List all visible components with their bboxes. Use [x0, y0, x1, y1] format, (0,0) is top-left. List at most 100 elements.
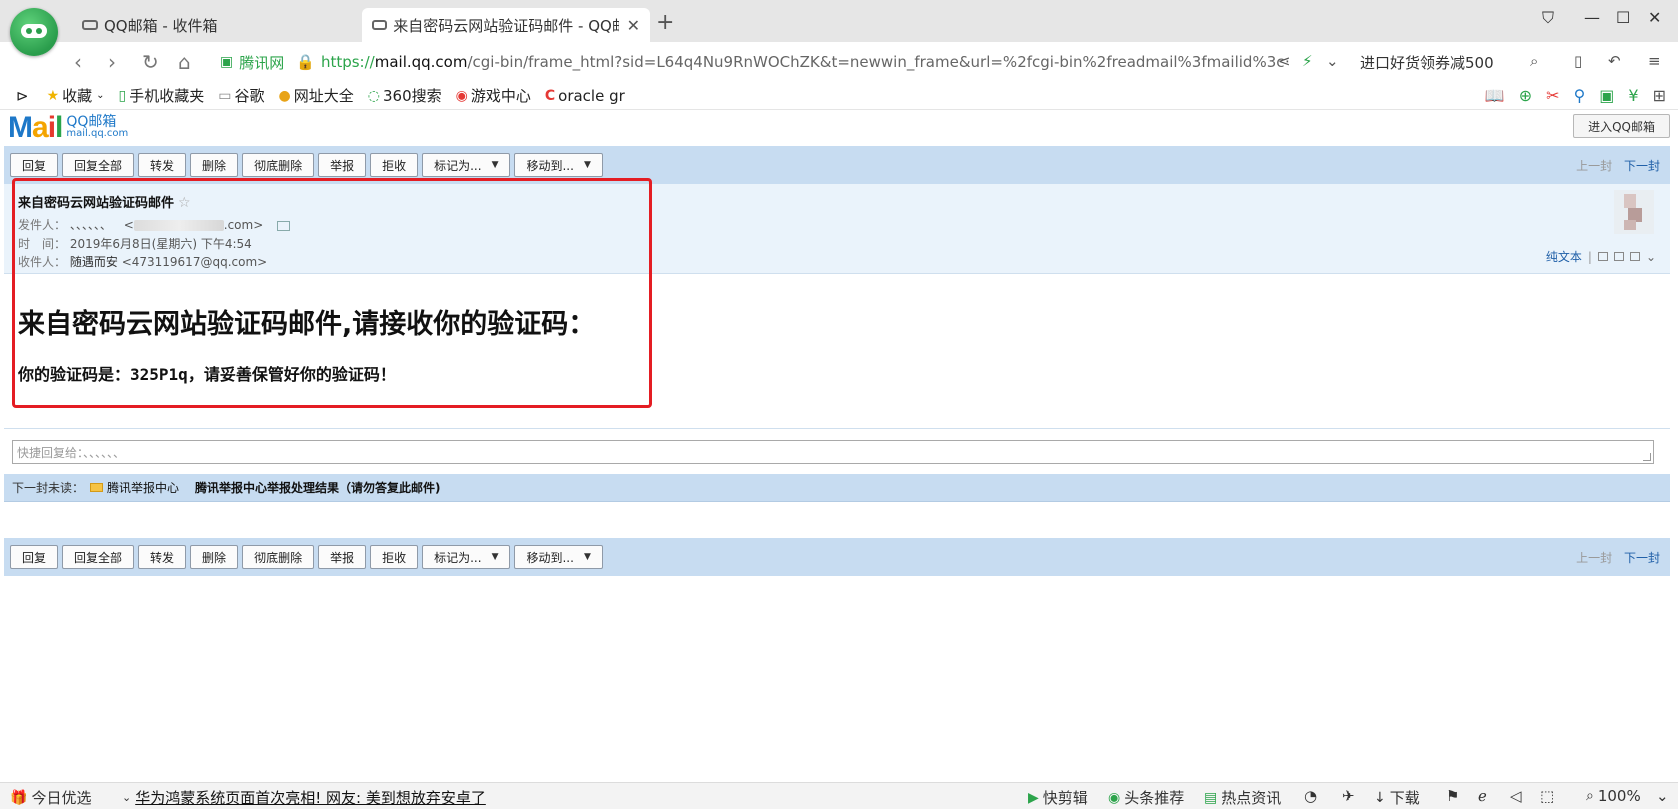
ie-icon[interactable]: ℯ	[1478, 787, 1487, 805]
new-window-icon[interactable]	[1597, 252, 1608, 261]
bookmark-oracle[interactable]: Coracle gr	[545, 87, 625, 105]
delete-permanently-button[interactable]: 彻底删除	[242, 153, 315, 177]
scissors-icon[interactable]: ✂	[1546, 86, 1559, 105]
move-to-dropdown[interactable]: 移动到... ▼	[514, 545, 603, 569]
hot-news[interactable]: ▤ 热点资讯	[1204, 787, 1281, 808]
plain-text-link[interactable]: 纯文本	[1546, 248, 1582, 265]
shirt-skin-icon[interactable]: ⛉	[1542, 8, 1554, 28]
print-icon[interactable]	[1629, 252, 1640, 261]
sound-icon[interactable]: ◁	[1510, 787, 1522, 805]
quick-clip[interactable]: ▶ 快剪辑	[1028, 787, 1088, 808]
reply-all-button[interactable]: 回复全部	[62, 153, 135, 177]
next-mail-link[interactable]: 下一封	[1624, 159, 1660, 173]
resize-grip-icon[interactable]	[1643, 453, 1651, 461]
tab-inbox[interactable]: QQ邮箱 - 收件箱	[72, 8, 362, 42]
zoom-icon: ⌕	[1586, 788, 1594, 804]
find-icon[interactable]: ⚲	[1574, 86, 1586, 105]
prev-mail-link[interactable]: 上一封	[1576, 159, 1612, 173]
mobile-icon[interactable]: ▯	[1574, 52, 1582, 70]
next-unread-sender[interactable]: 腾讯举报中心	[107, 479, 179, 496]
new-tab-button[interactable]: +	[656, 10, 674, 35]
reload-icon[interactable]: ↻	[142, 50, 159, 74]
back-icon[interactable]: ‹	[74, 50, 82, 74]
bookmark-game-center[interactable]: ◉ 游戏中心	[456, 85, 531, 106]
logo-cn-name: QQ邮箱	[66, 114, 117, 130]
browser-logo-icon[interactable]	[10, 8, 58, 56]
mail-toolbar-bottom: 回复 回复全部 转发 删除 彻底删除 举报 拒收 标记为... ▼ 移动到... ▼…	[4, 538, 1670, 576]
screenshot-icon[interactable]: ⬚	[1540, 787, 1554, 805]
reply-button[interactable]: 回复	[10, 545, 59, 569]
search-promo-text[interactable]: 进口好货领券减500	[1360, 52, 1494, 73]
report-button[interactable]: 举报	[318, 153, 367, 177]
forward-icon[interactable]: ›	[108, 50, 116, 74]
home-icon[interactable]: ⌂	[178, 50, 191, 74]
speed-icon[interactable]: ◔	[1304, 787, 1317, 805]
lightning-icon[interactable]: ⚡	[1302, 52, 1313, 70]
flag-icon[interactable]: ⚑	[1446, 787, 1459, 805]
delete-button[interactable]: 删除	[190, 545, 239, 569]
zoom-level[interactable]: ⌕ 100%	[1586, 787, 1641, 805]
chevron-down-icon: ⌄	[122, 791, 132, 804]
prev-next-nav: 上一封 下一封	[1576, 157, 1660, 174]
delete-permanently-button[interactable]: 彻底删除	[242, 545, 315, 569]
maximize-icon[interactable]: ☐	[1616, 8, 1630, 27]
close-tab-icon[interactable]: ✕	[627, 16, 640, 35]
news-ticker[interactable]: ⌄ 华为鸿蒙系统页面首次亮相! 网友: 美到想放弃安卓了	[122, 787, 486, 808]
reply-button[interactable]: 回复	[10, 153, 59, 177]
close-window-icon[interactable]: ✕	[1648, 8, 1661, 27]
chevron-down-icon[interactable]: ⌄	[1646, 250, 1656, 264]
chevron-down-icon[interactable]: ⌄	[1326, 52, 1339, 70]
game-icon: ◉	[455, 87, 468, 104]
bookmark-360-search[interactable]: ◌ 360搜索	[368, 85, 442, 106]
logo-domain: mail.qq.com	[66, 128, 129, 139]
lock-icon: 🔒	[296, 53, 315, 71]
apps-grid-icon[interactable]: ⊞	[1653, 86, 1666, 105]
chevron-down-icon[interactable]: ⌄	[1656, 787, 1669, 805]
reader-icon[interactable]: 📖	[1485, 86, 1505, 105]
next-unread-bar: 下一封未读： 腾讯举报中心 腾讯举报中心举报处理结果（请勿答复此邮件)	[4, 474, 1670, 502]
today-picks[interactable]: 🎁 今日优选	[10, 787, 91, 808]
folder-icon[interactable]	[1613, 252, 1624, 261]
reject-button[interactable]: 拒收	[370, 545, 419, 569]
bookmark-favorites[interactable]: ★ 收藏 ⌄	[47, 85, 105, 106]
forward-button[interactable]: 转发	[138, 545, 187, 569]
share-icon[interactable]: ⋖	[1278, 52, 1291, 70]
bookmark-mobile[interactable]: ▯ 手机收藏夹	[119, 85, 205, 106]
url-host: mail.qq.com	[374, 53, 468, 71]
report-button[interactable]: 举报	[318, 545, 367, 569]
bookmark-google[interactable]: ▭ 谷歌	[218, 85, 264, 106]
qq-mail-logo[interactable]: Mail QQ邮箱 mail.qq.com	[8, 113, 128, 143]
search-icon[interactable]: ⌕	[1530, 52, 1538, 70]
downloads[interactable]: ↓ 下载	[1374, 787, 1420, 808]
view-options: 纯文本 | ⌄	[1545, 248, 1656, 265]
coupon-icon[interactable]: ¥	[1628, 86, 1638, 105]
news-icon: ▤	[1204, 789, 1218, 806]
bookmark-site-directory[interactable]: ● 网址大全	[279, 85, 354, 106]
pin-icon[interactable]: ✈	[1342, 787, 1355, 805]
bookmarks-bar: ⊳ ★ 收藏 ⌄ ▯ 手机收藏夹 ▭ 谷歌 ● 网址大全 ◌ 360搜索 ◉ 游戏中心 Cor…	[0, 82, 1678, 110]
reply-all-button[interactable]: 回复全部	[62, 545, 135, 569]
menu-icon[interactable]: ≡	[1648, 52, 1661, 70]
next-unread-subject[interactable]: 腾讯举报中心举报处理结果（请勿答复此邮件)	[195, 479, 441, 496]
move-to-dropdown[interactable]: 移动到... ▼	[514, 153, 603, 177]
download-plugin-icon[interactable]: ⊕	[1519, 86, 1532, 105]
undo-icon[interactable]: ↶	[1608, 52, 1621, 70]
gamepad-icon[interactable]: ▣	[1599, 86, 1614, 105]
minimize-icon[interactable]: —	[1584, 8, 1600, 27]
delete-button[interactable]: 删除	[190, 153, 239, 177]
reject-button[interactable]: 拒收	[370, 153, 419, 177]
sidebar-toggle-icon[interactable]: ⊳	[16, 87, 29, 105]
gift-icon: 🎁	[10, 789, 28, 806]
mark-as-dropdown[interactable]: 标记为... ▼	[422, 153, 511, 177]
url-field[interactable]: ▣ 腾讯网 🔒 https:// mail.qq.com /cgi-bin/fr…	[220, 48, 1320, 76]
tab-current-mail[interactable]: 来自密码云网站验证码邮件 - QQ邮 ✕	[362, 8, 650, 42]
enter-qq-mail-button[interactable]: 进入QQ邮箱	[1573, 114, 1670, 138]
prev-mail-link[interactable]: 上一封	[1576, 551, 1612, 565]
next-mail-link[interactable]: 下一封	[1624, 551, 1660, 565]
mark-as-dropdown[interactable]: 标记为... ▼	[422, 545, 511, 569]
caret-down-icon: ▼	[583, 160, 591, 170]
headline-recommend[interactable]: ◉ 头条推荐	[1108, 787, 1184, 808]
tab-title: 来自密码云网站验证码邮件 - QQ邮	[393, 16, 619, 35]
quick-reply-input[interactable]: 快捷回复给：、、、、、、	[12, 440, 1654, 464]
forward-button[interactable]: 转发	[138, 153, 187, 177]
